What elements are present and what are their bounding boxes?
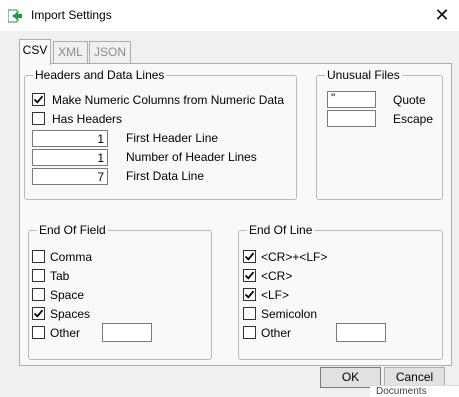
line-other-checkbox[interactable] (243, 326, 256, 339)
crlf-checkbox[interactable] (243, 250, 256, 263)
import-arrow-icon (7, 9, 22, 23)
make-numeric-label: Make Numeric Columns from Numeric Data (52, 93, 285, 107)
checkmark-icon (33, 309, 44, 318)
first-header-line-label: First Header Line (126, 131, 219, 145)
line-other-input[interactable] (336, 323, 386, 342)
headers-group: Headers and Data Lines Make Numeric Colu… (24, 68, 297, 200)
quote-input[interactable]: " (327, 91, 376, 108)
unusual-files-legend: Unusual Files (325, 68, 402, 82)
checkmark-icon (244, 252, 255, 261)
spaces-label: Spaces (50, 307, 91, 321)
number-of-header-lines-label: Number of Header Lines (126, 150, 257, 164)
end-of-field-group: End Of Field Comma Tab Space Spaces Othe… (28, 223, 212, 360)
end-of-line-group: End Of Line <CR>+<LF> <CR> <LF> Semicolo… (238, 223, 443, 360)
comma-checkbox[interactable] (32, 250, 45, 263)
has-headers-checkbox[interactable] (32, 112, 45, 125)
quote-label: Quote (393, 93, 426, 107)
end-of-field-legend: End Of Field (37, 223, 108, 237)
first-data-line-input[interactable]: 7 (32, 168, 108, 185)
tab-xml[interactable]: XML (53, 41, 88, 63)
first-data-line-label: First Data Line (126, 169, 205, 183)
crlf-label: <CR>+<LF> (261, 250, 328, 264)
tab-label: Tab (50, 269, 70, 283)
field-other-input[interactable] (102, 323, 152, 342)
line-other-label: Other (261, 326, 292, 340)
tab-csv[interactable]: CSV (19, 39, 51, 65)
headers-group-legend: Headers and Data Lines (33, 68, 167, 82)
comma-label: Comma (50, 250, 93, 264)
make-numeric-checkbox[interactable] (32, 93, 45, 106)
number-of-header-lines-input[interactable]: 1 (32, 149, 108, 166)
background-window-peek: Documents (370, 385, 459, 397)
tab-checkbox[interactable] (32, 269, 45, 282)
space-label: Space (50, 288, 85, 302)
cr-label: <CR> (261, 269, 293, 283)
has-headers-label: Has Headers (52, 112, 123, 126)
semicolon-label: Semicolon (261, 307, 318, 321)
space-checkbox[interactable] (32, 288, 45, 301)
checkmark-icon (244, 271, 255, 280)
escape-input[interactable] (327, 110, 376, 127)
tab-panel-csv: Headers and Data Lines Make Numeric Colu… (19, 63, 452, 366)
title-bar: Import Settings ✕ (0, 0, 459, 31)
cr-checkbox[interactable] (243, 269, 256, 282)
field-other-checkbox[interactable] (32, 326, 45, 339)
field-other-label: Other (50, 326, 81, 340)
escape-label: Escape (393, 112, 434, 126)
tab-json[interactable]: JSON (89, 41, 131, 63)
first-header-line-input[interactable]: 1 (32, 130, 108, 147)
lf-checkbox[interactable] (243, 288, 256, 301)
lf-label: <LF> (261, 288, 290, 302)
close-icon[interactable]: ✕ (433, 5, 451, 25)
checkmark-icon (244, 290, 255, 299)
window-title: Import Settings (31, 8, 112, 22)
unusual-files-group: Unusual Files " Quote Escape (316, 68, 443, 200)
checkmark-icon (33, 95, 44, 104)
spaces-checkbox[interactable] (32, 307, 45, 320)
semicolon-checkbox[interactable] (243, 307, 256, 320)
end-of-line-legend: End Of Line (247, 223, 315, 237)
